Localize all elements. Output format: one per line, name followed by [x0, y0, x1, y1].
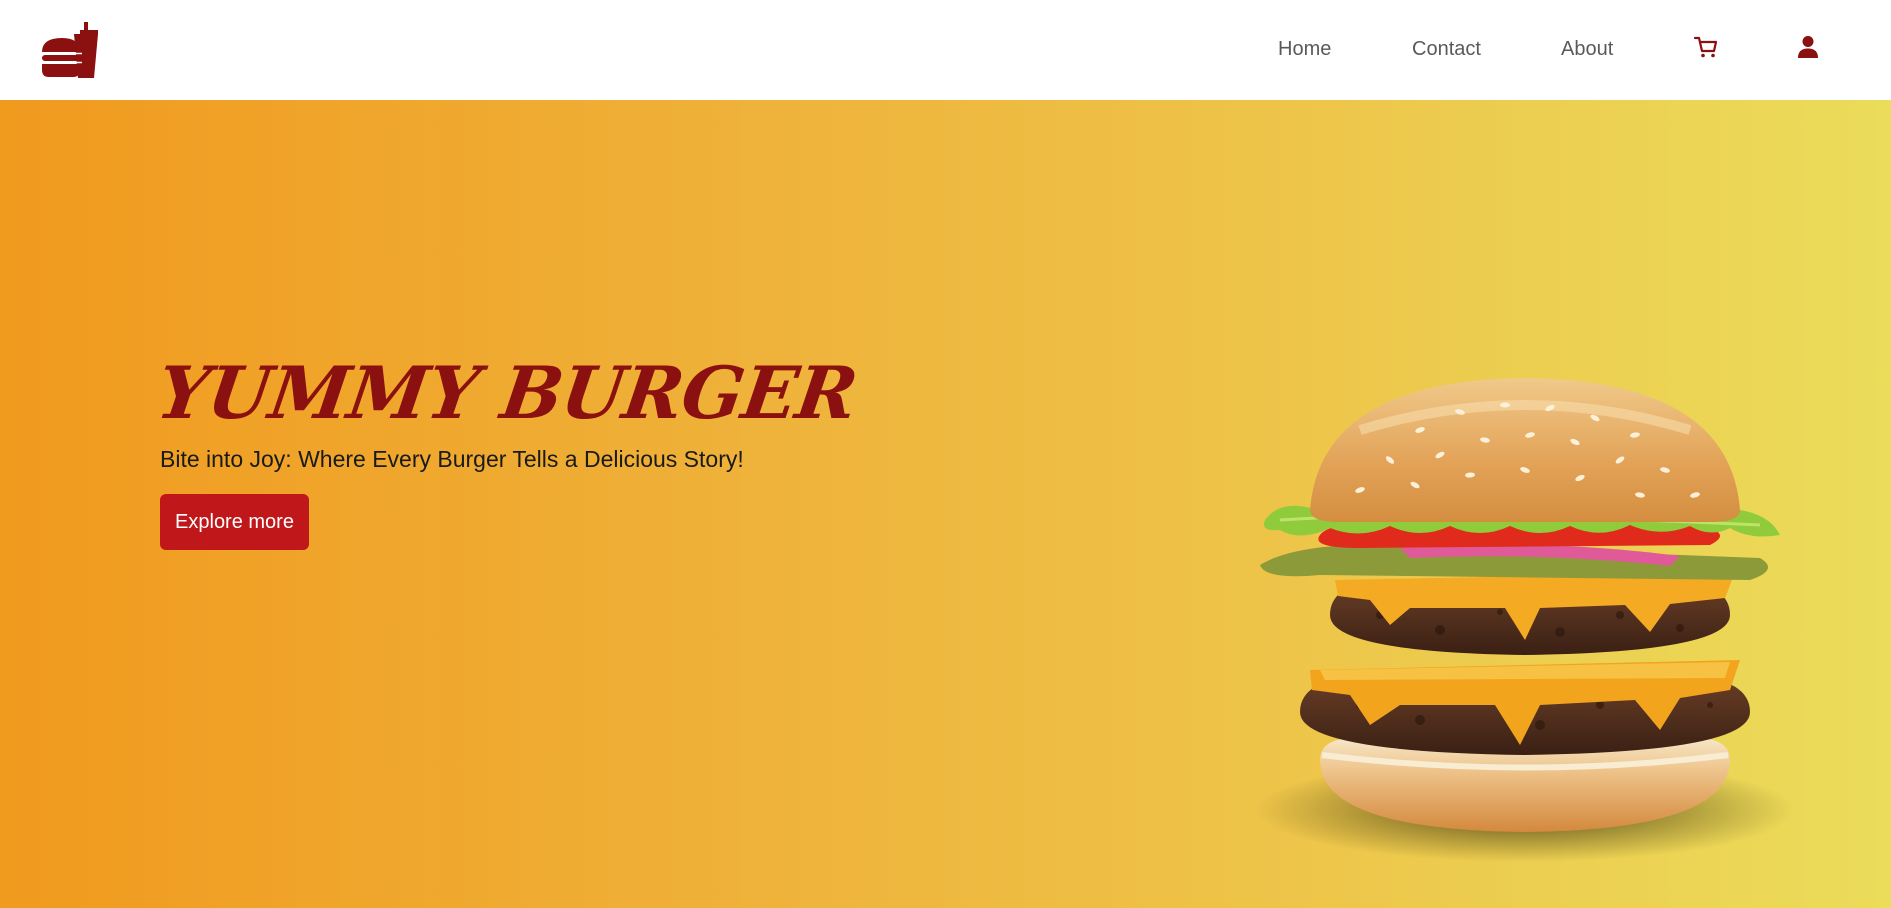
- nav-link-contact[interactable]: Contact: [1412, 38, 1481, 61]
- hero-section: YUMMY BURGER Bite into Joy: Where Every …: [0, 100, 1891, 908]
- explore-more-button[interactable]: Explore more: [160, 494, 309, 550]
- top-navbar: Home Contact About: [0, 0, 1891, 100]
- cart-icon[interactable]: [1693, 34, 1719, 60]
- hero-subtitle: Bite into Joy: Where Every Burger Tells …: [160, 446, 744, 472]
- nav-link-about[interactable]: About: [1561, 38, 1613, 61]
- logo-icon[interactable]: [40, 20, 100, 80]
- burger-image: [1240, 360, 1820, 880]
- hero-title: YUMMY BURGER: [152, 350, 862, 435]
- user-icon[interactable]: [1795, 34, 1821, 60]
- nav-link-home[interactable]: Home: [1278, 38, 1331, 61]
